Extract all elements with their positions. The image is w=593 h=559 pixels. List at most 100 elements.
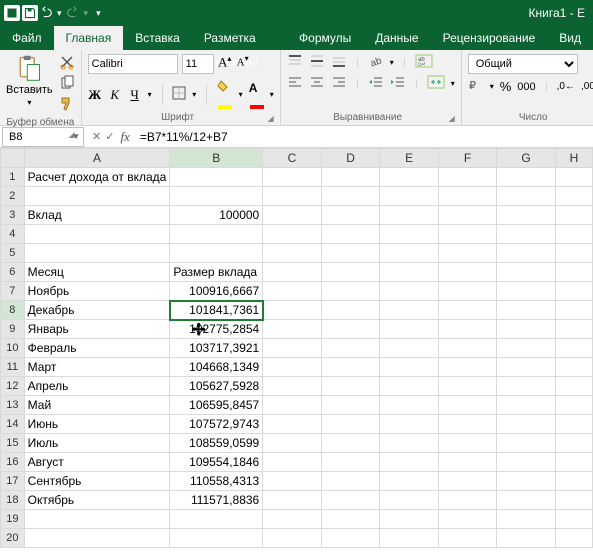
font-color-dropdown-icon[interactable]: ▾ (270, 90, 274, 99)
cell-B4[interactable] (170, 225, 263, 244)
row-header-5[interactable]: 5 (1, 244, 25, 263)
tab-layout[interactable]: Разметка страницы (192, 26, 287, 50)
cell-F17[interactable] (438, 472, 496, 491)
cell-E19[interactable] (380, 510, 439, 529)
col-header-E[interactable]: E (380, 149, 439, 168)
cell-B8[interactable]: 101841,7361 (170, 301, 263, 320)
cell-F4[interactable] (438, 225, 496, 244)
row-header-7[interactable]: 7 (1, 282, 25, 301)
cell-B12[interactable]: 105627,5928 (170, 377, 263, 396)
cell-C15[interactable] (263, 434, 322, 453)
cell-C7[interactable] (263, 282, 322, 301)
cell-H4[interactable] (555, 225, 592, 244)
cell-B18[interactable]: 111571,8836 (170, 491, 263, 510)
cell-A10[interactable]: Февраль (24, 339, 170, 358)
cell-H13[interactable] (555, 396, 592, 415)
cell-C18[interactable] (263, 491, 322, 510)
cell-G8[interactable] (497, 301, 556, 320)
cell-F2[interactable] (438, 187, 496, 206)
row-header-8[interactable]: 8 (1, 301, 25, 320)
col-header-D[interactable]: D (321, 149, 380, 168)
cell-C13[interactable] (263, 396, 322, 415)
cell-D17[interactable] (321, 472, 380, 491)
row-header-3[interactable]: 3 (1, 206, 25, 225)
qat-customize-icon[interactable]: ▾ (93, 8, 104, 19)
cell-B16[interactable]: 109554,1846 (170, 453, 263, 472)
cell-B10[interactable]: 103717,3921 (170, 339, 263, 358)
worksheet-grid[interactable]: ABCDEFGH1Расчет дохода от вклада23Вклад1… (0, 148, 593, 548)
cell-E12[interactable] (380, 377, 439, 396)
cell-G3[interactable] (497, 206, 556, 225)
cell-E9[interactable] (380, 320, 439, 339)
cell-G11[interactable] (497, 358, 556, 377)
cell-G19[interactable] (497, 510, 556, 529)
row-header-4[interactable]: 4 (1, 225, 25, 244)
cell-G6[interactable] (497, 263, 556, 282)
row-header-14[interactable]: 14 (1, 415, 25, 434)
cell-A19[interactable] (24, 510, 170, 529)
cell-H19[interactable] (555, 510, 592, 529)
row-header-13[interactable]: 13 (1, 396, 25, 415)
underline-button[interactable]: Ч (128, 87, 142, 103)
row-header-1[interactable]: 1 (1, 168, 25, 187)
cell-H11[interactable] (555, 358, 592, 377)
cell-E8[interactable] (380, 301, 439, 320)
cell-D3[interactable] (321, 206, 380, 225)
font-launcher-icon[interactable]: ◢ (268, 114, 274, 123)
tab-home[interactable]: Главная (54, 26, 124, 50)
cell-H12[interactable] (555, 377, 592, 396)
cell-F8[interactable] (438, 301, 496, 320)
cell-D12[interactable] (321, 377, 380, 396)
cell-C12[interactable] (263, 377, 322, 396)
cell-B11[interactable]: 104668,1349 (170, 358, 263, 377)
cell-D20[interactable] (321, 529, 380, 548)
cell-B17[interactable]: 110558,4313 (170, 472, 263, 491)
decrease-font-icon[interactable]: A▾ (236, 54, 250, 74)
cell-G2[interactable] (497, 187, 556, 206)
cell-C1[interactable] (263, 168, 322, 187)
accounting-format-icon[interactable]: ₽ (468, 78, 484, 95)
cell-C5[interactable] (263, 244, 322, 263)
col-header-A[interactable]: A (24, 149, 170, 168)
number-format-combo[interactable]: Общий (468, 54, 578, 74)
name-box[interactable]: B8 ▼ (2, 127, 84, 147)
cell-G15[interactable] (497, 434, 556, 453)
cell-F15[interactable] (438, 434, 496, 453)
row-header-9[interactable]: 9 (1, 320, 25, 339)
cell-A5[interactable] (24, 244, 170, 263)
merge-center-icon[interactable] (427, 75, 445, 92)
cell-C10[interactable] (263, 339, 322, 358)
cell-E13[interactable] (380, 396, 439, 415)
fill-color-dropdown-icon[interactable]: ▾ (239, 90, 243, 99)
cell-H18[interactable] (555, 491, 592, 510)
row-header-11[interactable]: 11 (1, 358, 25, 377)
cell-G10[interactable] (497, 339, 556, 358)
cell-A14[interactable]: Июнь (24, 415, 170, 434)
cell-A17[interactable]: Сентябрь (24, 472, 170, 491)
decrease-indent-icon[interactable] (368, 75, 384, 92)
italic-button[interactable]: К (108, 87, 122, 103)
align-top-icon[interactable] (287, 54, 303, 71)
redo-icon[interactable] (67, 6, 79, 21)
merge-dropdown-icon[interactable]: ▾ (451, 79, 455, 88)
redo-dropdown-icon[interactable]: ▾ (81, 8, 92, 19)
cell-B20[interactable] (170, 529, 263, 548)
undo-dropdown-icon[interactable]: ▾ (54, 8, 65, 19)
cut-icon[interactable] (59, 54, 75, 73)
cell-E15[interactable] (380, 434, 439, 453)
cell-F12[interactable] (438, 377, 496, 396)
cell-D16[interactable] (321, 453, 380, 472)
bold-button[interactable]: Ж (88, 87, 102, 103)
cell-F6[interactable] (438, 263, 496, 282)
cell-D6[interactable] (321, 263, 380, 282)
alignment-launcher-icon[interactable]: ◢ (449, 114, 455, 123)
cell-A8[interactable]: Декабрь (24, 301, 170, 320)
cell-E20[interactable] (380, 529, 439, 548)
cell-G20[interactable] (497, 529, 556, 548)
col-header-B[interactable]: B (170, 149, 263, 168)
format-painter-icon[interactable] (59, 96, 75, 115)
cell-G16[interactable] (497, 453, 556, 472)
align-right-icon[interactable] (331, 75, 347, 92)
cell-H5[interactable] (555, 244, 592, 263)
font-size-combo[interactable] (182, 54, 214, 74)
